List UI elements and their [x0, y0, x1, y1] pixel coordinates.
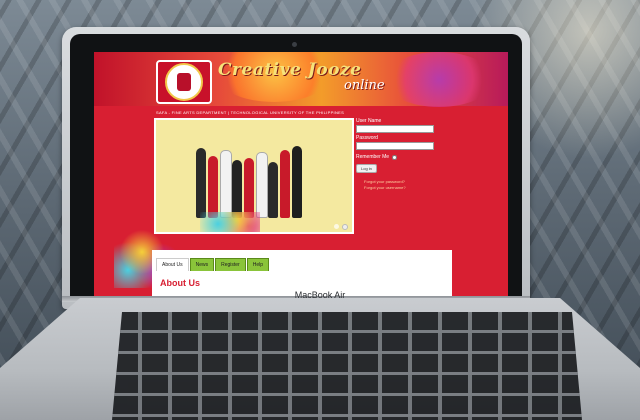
person-figure: [208, 156, 218, 218]
tab-news[interactable]: News: [189, 258, 215, 271]
site-tagline: SAFA - FINE ARTS DEPARTMENT | TECHNOLOGI…: [156, 110, 345, 115]
tab-about-us[interactable]: About Us: [156, 258, 189, 271]
username-label: User Name: [356, 118, 382, 124]
university-logo[interactable]: [156, 60, 212, 104]
seal-icon: [165, 63, 203, 101]
paint-splash: [384, 52, 494, 107]
slider-dot[interactable]: [334, 224, 339, 229]
person-figure: [196, 148, 206, 218]
person-figure: [280, 150, 290, 218]
person-figure: [268, 162, 278, 218]
tab-help[interactable]: Help: [246, 258, 270, 271]
slideshow-image[interactable]: [154, 118, 354, 234]
tab-bar: About Us News Register Help: [156, 258, 270, 271]
person-figure: [220, 150, 232, 218]
person-figure: [256, 152, 268, 218]
laptop-brand-label: MacBook Air: [294, 290, 346, 300]
login-form: User Name Password Remember Me Log in Fo…: [356, 116, 444, 198]
login-button[interactable]: Log in: [356, 164, 377, 173]
keyboard-rows: [112, 312, 582, 420]
group-photo: [192, 126, 316, 218]
password-input[interactable]: [356, 142, 434, 150]
username-input[interactable]: [356, 125, 434, 133]
remember-label: Remember Me: [356, 154, 390, 160]
password-label: Password: [356, 135, 378, 141]
remember-row: Remember Me: [356, 154, 444, 160]
forgot-username-link[interactable]: Forgot your username?: [364, 185, 444, 191]
slider-dot-active[interactable]: [342, 224, 348, 230]
person-figure: [244, 158, 254, 218]
site-title: Creative Jooze: [218, 60, 362, 80]
content-heading: About Us: [160, 278, 200, 288]
paint-splash: [200, 212, 260, 232]
site-subtitle: online: [344, 78, 385, 93]
login-links: Forgot your password? Forgot your userna…: [356, 179, 444, 191]
person-figure: [232, 160, 242, 218]
slider-dots: [334, 224, 348, 230]
remember-checkbox[interactable]: [392, 154, 398, 160]
tab-register[interactable]: Register: [215, 258, 246, 271]
camera-icon: [292, 42, 297, 47]
website-screen: Creative Jooze online SAFA - FINE ARTS D…: [94, 52, 508, 296]
person-figure: [292, 146, 302, 218]
torch-icon: [177, 73, 191, 91]
